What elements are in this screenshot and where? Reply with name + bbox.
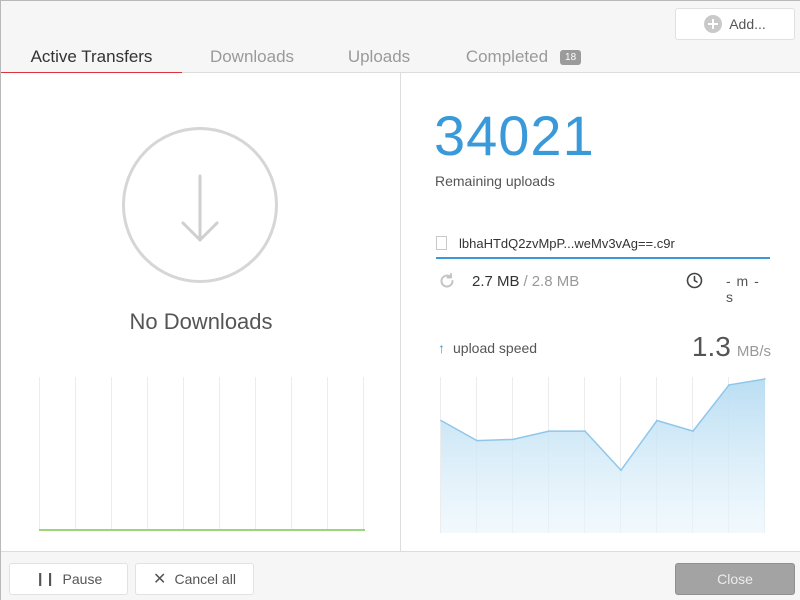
- tab-label: Completed: [465, 47, 549, 66]
- tab-uploads[interactable]: Uploads: [322, 41, 436, 73]
- no-downloads-label: No Downloads: [129, 309, 273, 334]
- clock-icon: [686, 272, 703, 289]
- uploads-pane: 34021 Remaining uploads lbhaHTdQ2zvMpP..…: [402, 73, 800, 551]
- upload-speed-point: [764, 378, 766, 380]
- total-size: 2.8 MB: [531, 272, 580, 290]
- pause-icon: ❙❙: [34, 571, 56, 586]
- close-button[interactable]: Close: [675, 563, 795, 595]
- file-icon: [436, 236, 447, 250]
- pause-button-label: Pause: [62, 571, 103, 587]
- download-chart-grid: [39, 377, 364, 531]
- current-file-name: lbhaHTdQ2zvMpP...weMv3vAg==.c9r: [459, 235, 675, 251]
- completed-count-badge: 18: [560, 49, 582, 65]
- tab-completed[interactable]: Completed 18: [436, 41, 611, 73]
- arrow-up-icon: ↑: [438, 340, 445, 356]
- tab-label: Downloads: [209, 47, 295, 66]
- speed-unit: MB/s: [736, 343, 771, 360]
- upload-speed-label: upload speed: [453, 340, 538, 356]
- size-separator: /: [523, 272, 528, 290]
- tab-bar: Active Transfers Downloads Uploads Compl…: [1, 41, 800, 74]
- tab-label: Uploads: [347, 47, 411, 66]
- upload-speed-point: [584, 430, 586, 432]
- speed-number: 1.3: [691, 331, 731, 362]
- remaining-uploads-count: 34021: [434, 104, 595, 167]
- tab-downloads[interactable]: Downloads: [182, 41, 322, 73]
- upload-speed-point: [476, 439, 478, 442]
- download-speed-chart: [39, 377, 365, 531]
- upload-speed-point: [620, 469, 622, 471]
- add-button-label: Add...: [729, 16, 766, 32]
- upload-speed-point: [548, 430, 550, 432]
- close-icon: ✕: [153, 571, 167, 588]
- time-remaining: - m - s: [726, 273, 760, 305]
- header: Add... Active Transfers Downloads Upload…: [1, 1, 800, 74]
- pause-button[interactable]: ❙❙ Pause: [9, 563, 128, 595]
- upload-speed-point: [728, 384, 730, 386]
- cancel-all-label: Cancel all: [174, 571, 236, 587]
- download-arrow-icon: [122, 127, 278, 283]
- upload-speed-point: [512, 438, 514, 441]
- upload-speed-point: [656, 419, 658, 422]
- current-file-row: lbhaHTdQ2zvMpP...weMv3vAg==.c9r: [436, 229, 770, 259]
- transfer-progress-row: 2.7 MB / 2.8 MB - m - s: [438, 269, 772, 305]
- downloads-pane: No Downloads: [1, 73, 401, 551]
- cancel-all-button[interactable]: ✕ Cancel all: [135, 563, 254, 595]
- sync-icon: [440, 273, 454, 288]
- footer: ❙❙ Pause ✕ Cancel all Close: [1, 551, 800, 600]
- upload-speed-chart: [440, 377, 766, 533]
- tab-label: Active Transfers: [30, 47, 153, 66]
- remaining-uploads-label: Remaining uploads: [435, 173, 555, 189]
- upload-speed-label-row: ↑ upload speed: [438, 340, 537, 356]
- tab-active-transfers[interactable]: Active Transfers: [1, 41, 182, 74]
- upload-speed-point: [692, 430, 694, 432]
- close-button-label: Close: [717, 571, 753, 587]
- add-button[interactable]: Add...: [675, 8, 795, 40]
- transferred-size: 2.7 MB: [472, 272, 520, 290]
- plus-circle-icon: [704, 15, 723, 33]
- upload-speed-value: 1.3 MB/s: [692, 331, 771, 363]
- upload-speed-point: [440, 419, 442, 422]
- transfers-window: Add... Active Transfers Downloads Upload…: [0, 0, 800, 600]
